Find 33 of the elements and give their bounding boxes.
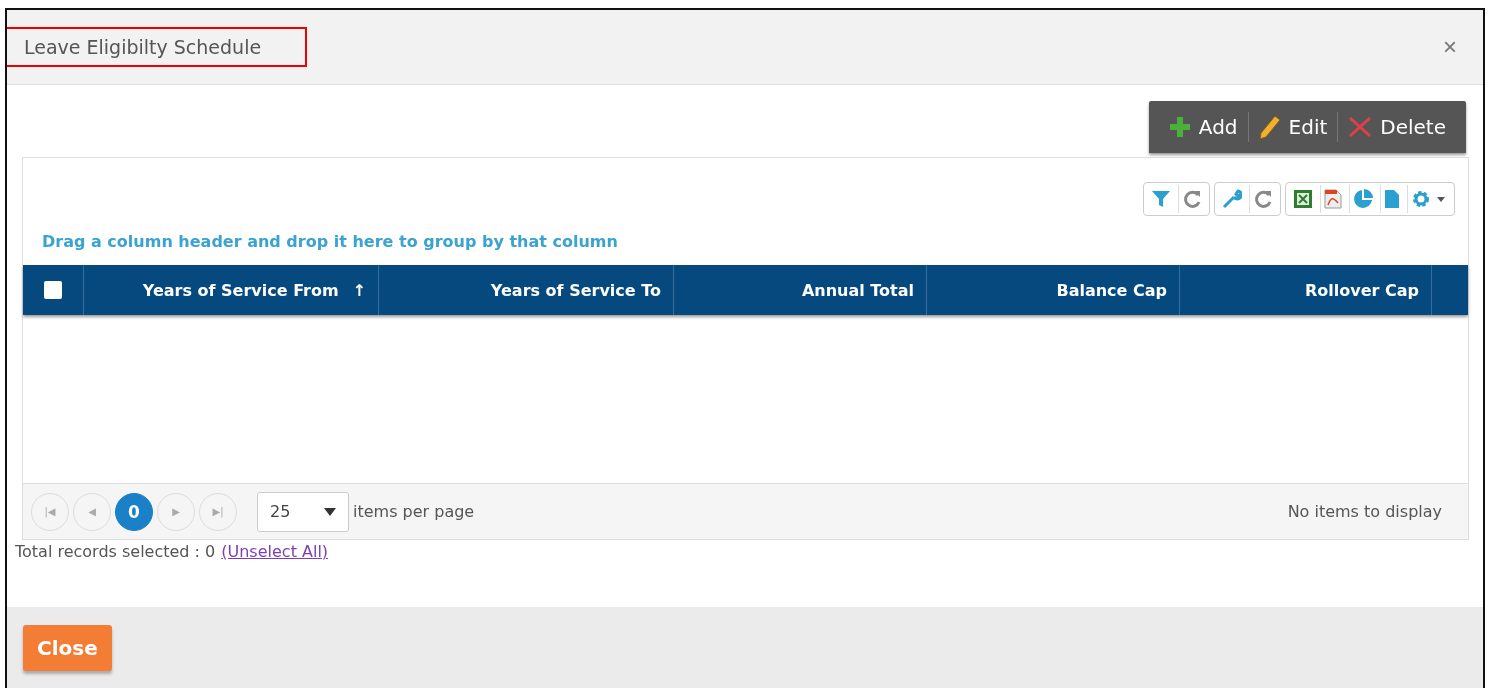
wrench-icon xyxy=(1222,189,1242,209)
page-size-dropdown[interactable]: 25 xyxy=(257,491,349,532)
column-header[interactable]: Annual Total xyxy=(673,265,926,315)
caret-icon xyxy=(324,507,336,516)
spreadsheet-icon xyxy=(1293,189,1313,209)
sort-icon: ↑ xyxy=(352,280,366,300)
selection-count: Total records selected : 0 xyxy=(15,542,216,561)
group-hint: Drag a column header and drop it here to group by that column xyxy=(41,231,619,253)
cross-icon xyxy=(1348,115,1373,139)
select-all-checkbox[interactable] xyxy=(44,281,62,299)
add-button[interactable]: Add xyxy=(1158,112,1248,142)
refresh-icon xyxy=(1253,189,1273,209)
column-header[interactable]: Years of Service To xyxy=(378,265,673,315)
dialog-title: Leave Eligibilty Schedule xyxy=(7,27,307,67)
pie-chart-icon xyxy=(1353,189,1373,209)
unselect-all-link[interactable]: (Unselect All) xyxy=(221,542,329,561)
filter-icon xyxy=(1151,189,1171,209)
column-header[interactable]: Balance Cap xyxy=(926,265,1179,315)
page-size-label: items per page xyxy=(353,502,475,521)
pdf-button[interactable] xyxy=(1320,185,1345,213)
pdf-icon xyxy=(1324,189,1342,209)
pencil-icon xyxy=(1258,115,1281,139)
plus-icon xyxy=(1168,116,1191,138)
column-header[interactable]: Rollover Cap xyxy=(1179,265,1431,315)
settings-icon xyxy=(1411,189,1447,209)
pager-status: No items to display xyxy=(1287,502,1443,521)
document-icon xyxy=(1384,189,1400,209)
delete-button[interactable]: Delete xyxy=(1337,112,1456,142)
edit-button[interactable]: Edit xyxy=(1247,112,1338,142)
column-header[interactable]: Years of Service From xyxy=(142,280,339,300)
chart-button[interactable] xyxy=(1349,185,1376,213)
page-button[interactable]: 0 xyxy=(115,492,153,531)
refresh-icon xyxy=(1182,189,1202,209)
